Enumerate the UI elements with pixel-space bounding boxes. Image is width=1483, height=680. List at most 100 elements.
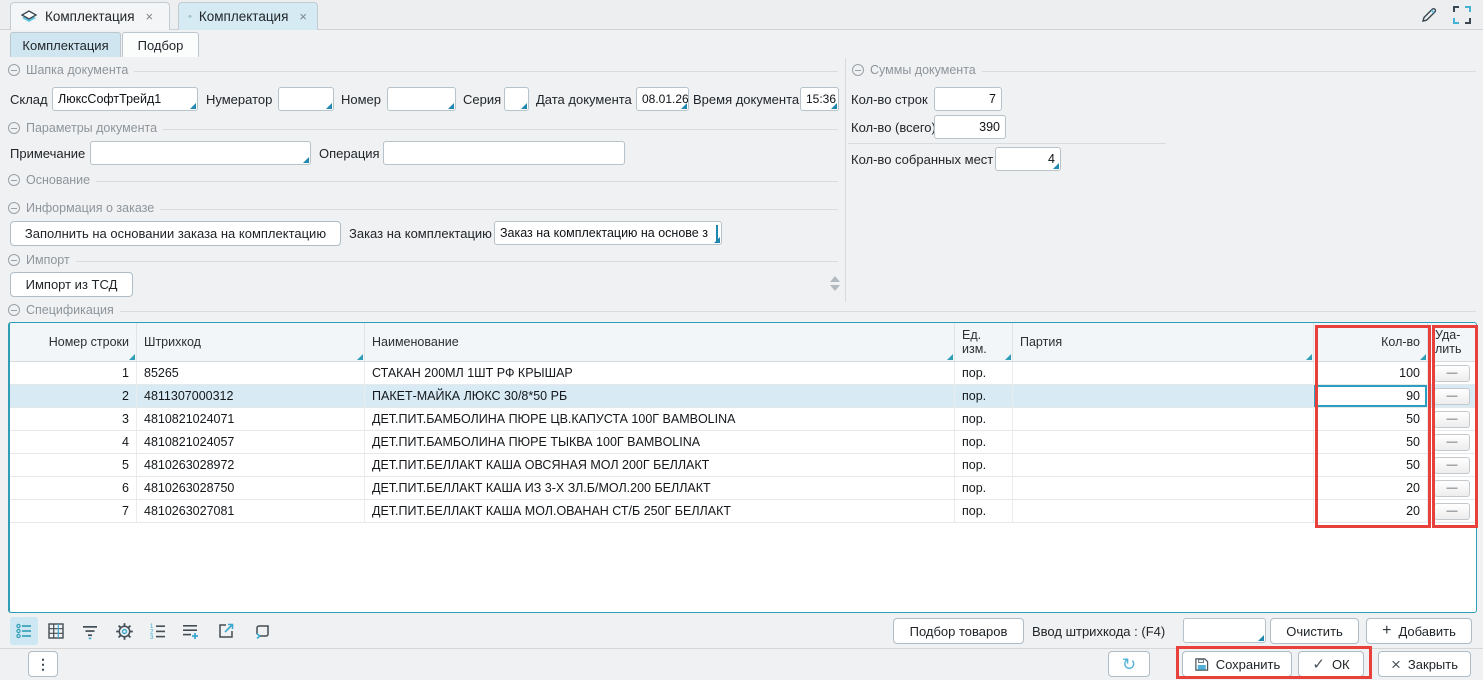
delete-row-button[interactable]: — [1434, 365, 1470, 382]
delete-row-button[interactable]: — [1434, 503, 1470, 520]
refresh-button[interactable]: ↻ [1108, 651, 1150, 677]
places-count-field[interactable]: 4 [995, 147, 1061, 171]
total-count-label: Кол-во (всего) [851, 120, 936, 135]
delete-row-button[interactable]: — [1434, 434, 1470, 451]
sklad-field[interactable]: ЛюксСофтТрейд1 [52, 87, 198, 111]
menu-kebab-button[interactable]: ⋮ [28, 651, 58, 677]
operation-select[interactable] [383, 141, 625, 165]
cell-unit: пор. [955, 431, 1013, 453]
col-header-delete[interactable]: Уда-лить [1428, 323, 1476, 361]
panel-divider [845, 58, 846, 302]
collapse-icon[interactable] [8, 174, 20, 186]
cell-unit: пор. [955, 500, 1013, 522]
fullscreen-icon[interactable] [1453, 6, 1471, 24]
note-field[interactable] [90, 141, 311, 165]
edit-pencil-icon[interactable] [1419, 5, 1439, 25]
table-row[interactable]: 2 4811307000312 ПАКЕТ-МАЙКА ЛЮКС 30/8*50… [10, 385, 1476, 408]
cell-qty[interactable]: 50 [1314, 454, 1428, 476]
grid-view-button[interactable] [42, 617, 70, 645]
filter-button[interactable] [76, 617, 104, 645]
delete-row-button[interactable]: — [1434, 411, 1470, 428]
add-list-button[interactable] [176, 617, 204, 645]
delete-row-button[interactable]: — [1434, 388, 1470, 405]
cell-delete: — [1428, 362, 1476, 384]
col-header-party[interactable]: Партия [1013, 323, 1314, 361]
document-tab-label: Комплектация [199, 9, 289, 24]
cell-unit: пор. [955, 385, 1013, 407]
cell-party [1013, 362, 1314, 384]
cell-name: ДЕТ.ПИТ.БАМБОЛИНА ПЮРЕ ЦВ.КАПУСТА 100Г B… [365, 408, 955, 430]
places-count-label: Кол-во собранных мест [851, 152, 993, 167]
import-tsd-button[interactable]: Импорт из ТСД [10, 272, 133, 297]
table-row[interactable]: 7 4810263027081 ДЕТ.ПИТ.БЕЛЛАКТ КАША МОЛ… [10, 500, 1476, 523]
collapse-icon[interactable] [8, 202, 20, 214]
tab-komplektacia[interactable]: Комплектация [10, 32, 121, 57]
cell-name: ДЕТ.ПИТ.БЕЛЛАКТ КАША ИЗ 3-Х ЗЛ.Б/МОЛ.200… [365, 477, 955, 499]
gear-icon [114, 621, 135, 642]
cell-unit: пор. [955, 362, 1013, 384]
group-title: Шапка документа [26, 63, 128, 77]
open-external-button[interactable] [212, 617, 240, 645]
clear-button[interactable]: Очистить [1270, 618, 1359, 644]
list-view-button[interactable] [10, 617, 38, 645]
tab-podbor[interactable]: Подбор [122, 32, 199, 57]
cell-qty[interactable]: 20 [1314, 477, 1428, 499]
col-header-name[interactable]: Наименование [365, 323, 955, 361]
grid-icon [46, 621, 66, 641]
document-tab-2[interactable]: Комплектация × [178, 2, 318, 30]
collapse-icon[interactable] [8, 254, 20, 266]
col-header-unit[interactable]: Ед.изм. [955, 323, 1013, 361]
seriya-field[interactable] [504, 87, 529, 111]
collapse-icon[interactable] [8, 64, 20, 76]
add-button-label: Добавить [1398, 624, 1455, 639]
ok-button[interactable]: ✓ ОК [1298, 651, 1364, 677]
nomer-field[interactable] [387, 87, 456, 111]
col-header-num[interactable]: Номер строки [10, 323, 137, 361]
cell-delete: — [1428, 477, 1476, 499]
cell-party [1013, 408, 1314, 430]
total-count-field[interactable]: 390 [934, 115, 1006, 139]
cell-qty[interactable]: 20 [1314, 500, 1428, 522]
numerator-field[interactable] [278, 87, 334, 111]
tab-close-icon[interactable]: × [146, 9, 154, 24]
order-field[interactable]: Заказ на комплектацию на основе з [494, 221, 722, 245]
save-button[interactable]: Сохранить [1182, 651, 1292, 677]
delete-row-button[interactable]: — [1434, 457, 1470, 474]
cell-party [1013, 431, 1314, 453]
splitter-handle[interactable] [829, 276, 841, 291]
table-row[interactable]: 6 4810263028750 ДЕТ.ПИТ.БЕЛЛАКТ КАША ИЗ … [10, 477, 1476, 500]
col-header-barcode[interactable]: Штрихкод [137, 323, 365, 361]
barcode-entry-field[interactable] [1183, 618, 1266, 643]
table-row[interactable]: 4 4810821024057 ДЕТ.ПИТ.БАМБОЛИНА ПЮРЕ Т… [10, 431, 1476, 454]
tab-close-icon[interactable]: × [299, 9, 307, 24]
note-label: Примечание [10, 146, 85, 161]
layers-icon [20, 9, 38, 24]
date-field[interactable]: 08.01.26 [636, 87, 689, 111]
close-button[interactable]: × Закрыть [1378, 651, 1471, 677]
settings-button[interactable] [110, 617, 138, 645]
document-tab-1[interactable]: Комплектация × [10, 2, 170, 30]
cell-barcode: 4810821024071 [137, 408, 365, 430]
podbor-tovarov-button[interactable]: Подбор товаров [893, 618, 1024, 644]
table-row[interactable]: 5 4810263028972 ДЕТ.ПИТ.БЕЛЛАКТ КАША ОВС… [10, 454, 1476, 477]
document-tab-label: Комплектация [45, 9, 135, 24]
lines-count-field[interactable]: 7 [934, 87, 1002, 111]
collapse-icon[interactable] [8, 304, 20, 316]
collapse-icon[interactable] [852, 64, 864, 76]
nomer-label: Номер [341, 92, 381, 107]
cell-qty[interactable]: 100 [1314, 362, 1428, 384]
col-header-qty[interactable]: Кол-во [1314, 323, 1428, 361]
add-button[interactable]: + Добавить [1366, 618, 1472, 644]
ok-button-label: ОК [1332, 657, 1350, 672]
numbered-list-button[interactable]: 1 2 3 [144, 617, 172, 645]
table-row[interactable]: 1 85265 СТАКАН 200МЛ 1ШТ РФ КРЫШАР пор. … [10, 362, 1476, 385]
fill-from-order-button[interactable]: Заполнить на основании заказа на комплек… [10, 221, 341, 246]
cell-qty[interactable]: 50 [1314, 431, 1428, 453]
table-row[interactable]: 3 4810821024071 ДЕТ.ПИТ.БАМБОЛИНА ПЮРЕ Ц… [10, 408, 1476, 431]
time-field[interactable]: 15:36 [800, 87, 839, 111]
reload-loop-button[interactable] [248, 617, 276, 645]
cell-qty[interactable]: 90 [1314, 385, 1428, 407]
collapse-icon[interactable] [8, 122, 20, 134]
cell-qty[interactable]: 50 [1314, 408, 1428, 430]
delete-row-button[interactable]: — [1434, 480, 1470, 497]
